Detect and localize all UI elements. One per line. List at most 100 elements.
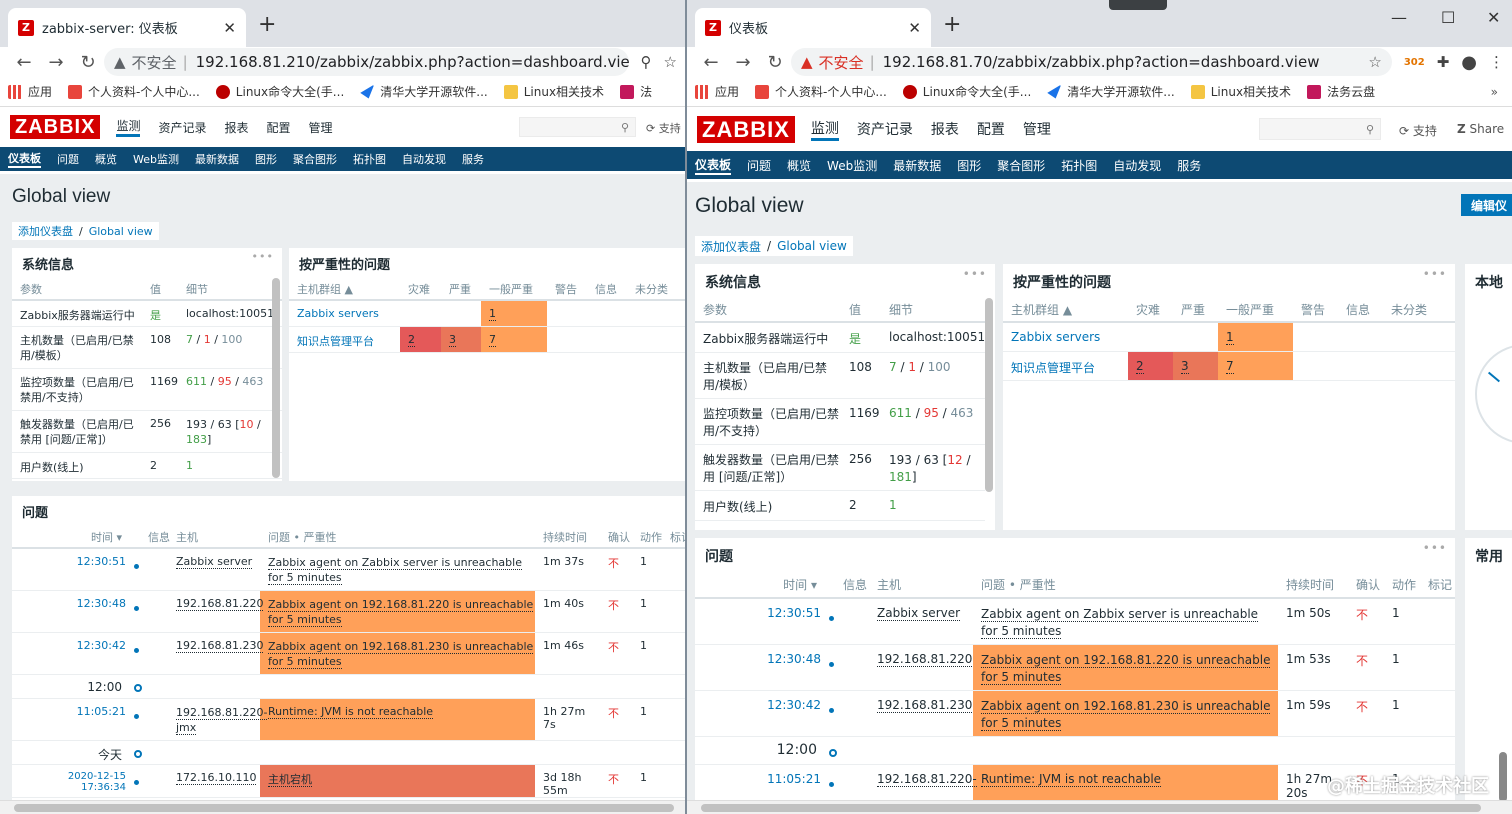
host-group-link[interactable]: 知识点管理平台 (1003, 351, 1128, 381)
scrollbar[interactable] (272, 278, 280, 478)
ack-link[interactable]: 不 (600, 632, 632, 675)
col-host-group[interactable]: 主机群组 ▲ (1003, 298, 1128, 323)
problem-time[interactable]: 12:30:51 (695, 598, 821, 645)
scrollbar[interactable] (985, 298, 993, 492)
browser-tab[interactable]: Z zabbix-server: 仪表板 ✕ (8, 8, 246, 47)
widget-menu-icon[interactable]: ••• (963, 267, 987, 281)
subnav-services[interactable]: 服务 (1177, 157, 1201, 174)
breadcrumb-root[interactable]: 添加仪表盘 (701, 238, 761, 255)
extensions-puzzle-icon[interactable]: ✚ (1437, 53, 1450, 71)
average-count[interactable]: 1 (1218, 322, 1293, 352)
profile-avatar-icon[interactable]: ● (1461, 52, 1477, 73)
bookmark-tsinghua[interactable]: 清华大学开源软件... (1047, 83, 1175, 100)
breadcrumb-current[interactable]: Global view (89, 225, 153, 238)
subnav-overview[interactable]: 概览 (95, 151, 117, 167)
bookmark-profile[interactable]: 个人资料-个人中心... (68, 83, 200, 100)
subnav-services[interactable]: 服务 (462, 151, 484, 167)
address-bar[interactable]: ▲ 不安全 | 192.168.81.70/zabbix/zabbix.php?… (791, 48, 1392, 76)
bookmark-linux-cmd[interactable]: Linux命令大全(手... (902, 83, 1031, 100)
more-menu-icon[interactable]: ⋮ (1489, 53, 1504, 71)
problem-time[interactable]: 2020-12-15 17:36:34 (12, 764, 126, 798)
subnav-maps[interactable]: 拓扑图 (1061, 157, 1097, 174)
minimize-icon[interactable]: — (1391, 8, 1407, 27)
reload-icon[interactable]: ↻ (759, 52, 791, 73)
problem-name[interactable]: Zabbix agent on 192.168.81.230 is unreac… (268, 639, 534, 669)
actions-icon[interactable]: 1 (632, 590, 662, 633)
subnav-discovery[interactable]: 自动发现 (402, 151, 446, 167)
host-link[interactable]: 192.168.81.220 (176, 596, 264, 611)
subnav-web[interactable]: Web监测 (133, 151, 179, 167)
bookmark-apps[interactable]: 应用 (8, 83, 52, 100)
browser-tab[interactable]: Z 仪表板 ✕ (695, 8, 931, 47)
host-group-link[interactable]: Zabbix servers (289, 300, 400, 327)
menu-reports[interactable]: 报表 (931, 119, 959, 139)
host-group-link[interactable]: Zabbix servers (1003, 322, 1128, 352)
bookmark-profile[interactable]: 个人资料-个人中心... (755, 83, 887, 100)
subnav-problems[interactable]: 问题 (57, 151, 79, 167)
widget-menu-icon[interactable]: ••• (252, 250, 274, 263)
ack-link[interactable]: 不 (600, 698, 632, 741)
menu-configuration[interactable]: 配置 (977, 119, 1005, 139)
actions-icon[interactable]: 1 (632, 632, 662, 675)
horizontal-scrollbar[interactable] (687, 800, 1512, 814)
problem-time[interactable]: 12:30:48 (695, 644, 821, 691)
bookmark-tsinghua[interactable]: 清华大学开源软件... (360, 83, 488, 100)
subnav-web[interactable]: Web监测 (827, 157, 877, 174)
col-host-group[interactable]: 主机群组 ▲ (289, 278, 400, 301)
window-drag-handle[interactable] (1109, 0, 1167, 10)
menu-administration[interactable]: 管理 (1023, 119, 1051, 139)
col-time[interactable]: 时间 ▾ (695, 572, 821, 599)
close-tab-icon[interactable]: ✕ (908, 19, 921, 37)
subnav-latest-data[interactable]: 最新数据 (195, 151, 239, 167)
disaster-count[interactable]: 2 (400, 326, 441, 353)
average-count[interactable]: 1 (481, 300, 547, 327)
disaster-count[interactable]: 2 (1128, 351, 1173, 381)
problem-time[interactable]: 11:05:21 (12, 698, 126, 741)
host-group-link[interactable]: 知识点管理平台 (289, 326, 400, 353)
problem-name[interactable]: Zabbix agent on Zabbix server is unreach… (981, 607, 1259, 639)
actions-icon[interactable]: 1 (632, 698, 662, 741)
subnav-dashboard[interactable]: 仪表板 (695, 156, 732, 175)
problem-name[interactable]: Runtime: JVM is not reachable (981, 771, 1162, 787)
subnav-overview[interactable]: 概览 (787, 157, 811, 174)
bookmarks-overflow-icon[interactable]: » (1491, 85, 1498, 99)
breadcrumb-root[interactable]: 添加仪表盘 (18, 223, 73, 239)
menu-reports[interactable]: 报表 (224, 119, 248, 136)
new-tab-icon[interactable]: + (943, 12, 961, 37)
host-link[interactable]: 192.168.81.220- (877, 771, 977, 787)
subnav-problems[interactable]: 问题 (747, 157, 771, 174)
scroll-thumb[interactable] (701, 804, 1481, 812)
search-input[interactable]: ⚲ (519, 117, 636, 137)
subnav-dashboard[interactable]: 仪表板 (8, 150, 41, 168)
maximize-icon[interactable]: ☐ (1441, 8, 1455, 27)
menu-configuration[interactable]: 配置 (267, 119, 291, 136)
average-count[interactable]: 7 (1218, 351, 1293, 381)
new-tab-icon[interactable]: + (258, 12, 276, 37)
problem-name[interactable]: 主机宕机 (268, 772, 312, 787)
actions-icon[interactable]: 1 (1384, 598, 1420, 645)
high-count[interactable]: 3 (1173, 351, 1218, 381)
widget-menu-icon[interactable]: ••• (1423, 541, 1447, 555)
horizontal-scrollbar[interactable] (0, 800, 685, 814)
search-input[interactable]: ⚲ (1259, 118, 1381, 140)
ack-link[interactable]: 不 (1348, 598, 1384, 645)
ack-link[interactable]: 不 (600, 764, 632, 798)
back-icon[interactable]: ← (695, 52, 727, 73)
host-link[interactable]: Zabbix server (176, 555, 253, 569)
actions-icon[interactable]: 1 (632, 548, 662, 591)
problem-time[interactable]: 11:05:21 (695, 764, 821, 801)
problem-time[interactable]: 12:30:48 (12, 590, 126, 633)
menu-monitoring[interactable]: 监测 (116, 117, 141, 137)
zabbix-logo[interactable]: ZABBIX (697, 115, 795, 143)
menu-inventory[interactable]: 资产记录 (857, 119, 913, 139)
subnav-latest-data[interactable]: 最新数据 (893, 157, 941, 174)
forward-icon[interactable]: → (727, 52, 759, 73)
support-link[interactable]: ⟳ 支持 (1399, 122, 1437, 139)
page-vertical-scrollbar[interactable] (1499, 752, 1507, 802)
support-link[interactable]: ⟳ 支持 (646, 120, 681, 136)
problem-name[interactable]: Zabbix agent on 192.168.81.220 is unreac… (981, 652, 1271, 685)
host-link[interactable]: 192.168.81.220 (877, 651, 973, 667)
bookmark-linux-tech[interactable]: Linux相关技术 (503, 83, 604, 100)
problem-name[interactable]: Zabbix agent on 192.168.81.220 is unreac… (268, 597, 534, 627)
host-link[interactable]: 192.168.81.230 (176, 638, 264, 653)
